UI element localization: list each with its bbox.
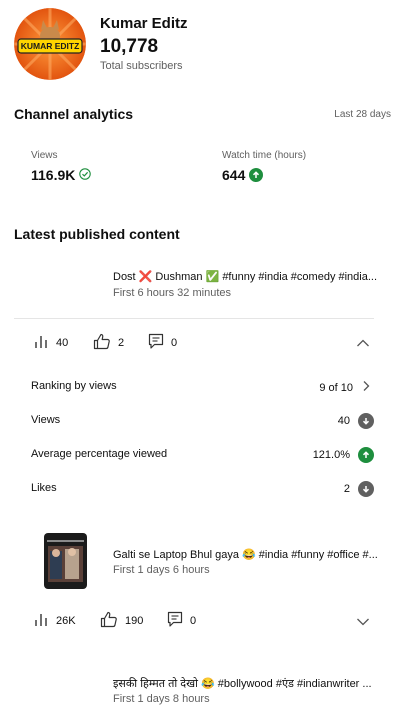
- channel-analytics-title: Channel analytics: [14, 106, 134, 122]
- views-count: 40: [56, 336, 69, 349]
- watch-time-stat[interactable]: 644: [222, 167, 264, 183]
- check-circle-icon: [79, 167, 92, 183]
- avg-viewed-row: 121.0%: [313, 447, 374, 463]
- thumbs-up-icon: [100, 611, 118, 631]
- video-time: First 1 days 6 hours: [113, 564, 210, 576]
- views-count: 26K: [56, 614, 76, 627]
- views-stat[interactable]: 116.9K: [31, 167, 92, 183]
- avg-viewed-value: 121.0%: [312, 449, 350, 461]
- chevron-right-icon: [361, 380, 371, 395]
- likes-row-label: Likes: [31, 482, 57, 494]
- thumbs-up-icon: [93, 333, 111, 353]
- bar-chart-icon: [33, 333, 49, 352]
- watch-time-value: 644: [222, 167, 246, 183]
- bar-chart-icon: [33, 611, 49, 630]
- chevron-down-icon[interactable]: [356, 614, 370, 632]
- chevron-up-icon[interactable]: [356, 335, 370, 353]
- avatar-logo-text: KUMAR EDITZ: [20, 41, 80, 51]
- likes-count: 190: [125, 615, 144, 627]
- video-time: First 6 hours 32 minutes: [113, 287, 231, 299]
- likes-count: 2: [118, 337, 125, 349]
- subscriber-label: Total subscribers: [100, 60, 183, 72]
- analytics-period[interactable]: Last 28 days: [334, 109, 391, 120]
- channel-name: Kumar Editz: [100, 15, 188, 32]
- video-thumbnail[interactable]: [44, 533, 87, 589]
- comments-metric: 0: [167, 611, 196, 631]
- arrow-up-icon: [249, 168, 264, 182]
- arrow-up-icon: [358, 447, 374, 463]
- comment-icon: [167, 611, 183, 631]
- divider: [14, 318, 374, 319]
- views-row-value: 40: [337, 415, 350, 427]
- views-label: Views: [31, 150, 58, 161]
- likes-metric: 2: [93, 333, 124, 353]
- video-time: First 1 days 8 hours: [113, 693, 210, 705]
- views-metric: 40: [33, 333, 68, 352]
- latest-content-title: Latest published content: [14, 226, 180, 242]
- subscriber-count: 10,778: [100, 36, 159, 57]
- video-title[interactable]: Dost ❌ Dushman ✅ #funny #india #comedy #…: [113, 270, 377, 283]
- video-title[interactable]: इसकी हिम्मत तो देखो 😂 #bollywood #एंड #i…: [113, 676, 372, 691]
- arrow-down-icon: [358, 413, 374, 429]
- channel-avatar[interactable]: KUMAR EDITZ: [14, 8, 86, 80]
- ranking-value: 9 of 10: [319, 381, 353, 394]
- comments-metric: 0: [148, 333, 177, 353]
- ranking-row[interactable]: 9 of 10: [319, 380, 371, 395]
- likes-row-value: 2: [343, 483, 350, 495]
- comments-count: 0: [171, 337, 178, 349]
- views-row: 40: [338, 413, 374, 429]
- ranking-label: Ranking by views: [31, 380, 117, 392]
- likes-metric: 190: [100, 611, 143, 631]
- comment-icon: [148, 333, 164, 353]
- video-title[interactable]: Galti se Laptop Bhul gaya 😂 #india #funn…: [113, 548, 378, 561]
- views-row-label: Views: [31, 414, 61, 426]
- views-value: 116.9K: [31, 167, 76, 183]
- video-thumbnail[interactable]: [44, 262, 89, 307]
- likes-row: 2: [344, 481, 374, 497]
- avg-viewed-label: Average percentage viewed: [31, 448, 168, 460]
- arrow-down-icon: [358, 481, 374, 497]
- comments-count: 0: [190, 615, 197, 627]
- watch-time-label: Watch time (hours): [222, 150, 307, 161]
- views-metric: 26K: [33, 611, 76, 630]
